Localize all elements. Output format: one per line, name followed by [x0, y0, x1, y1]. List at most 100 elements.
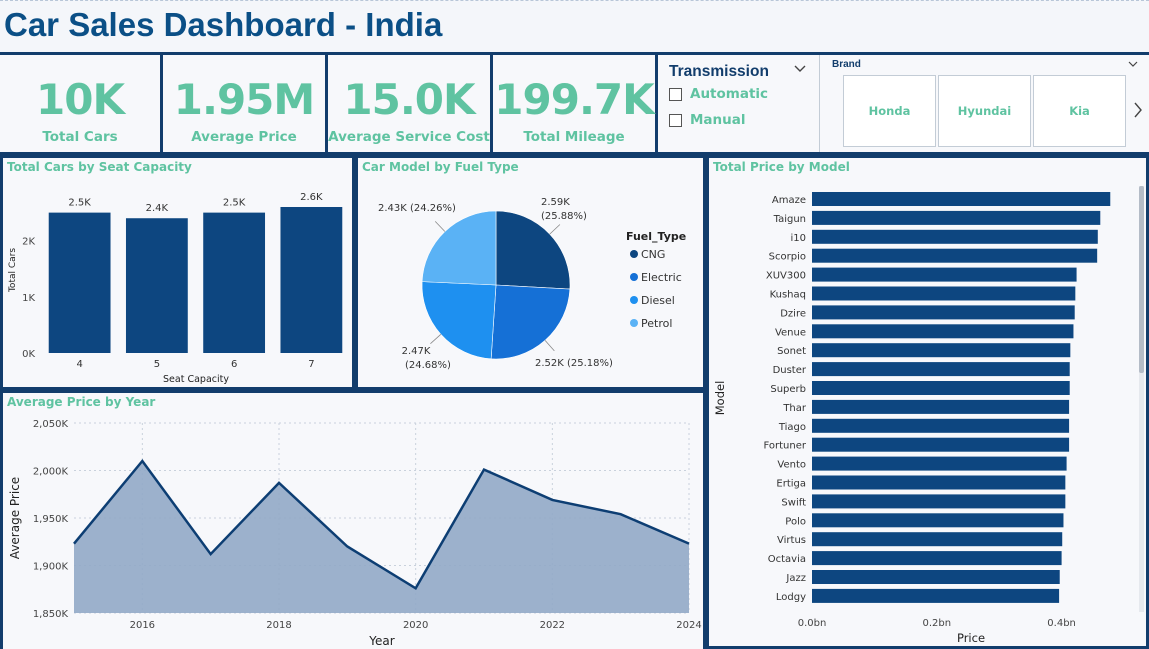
- y-tick-label: Thar: [782, 403, 807, 414]
- x-tick-label: 5: [154, 359, 160, 370]
- bar: [812, 399, 1070, 414]
- transmission-slicer: Transmission Automatic Manual: [658, 55, 820, 152]
- y-tick-label: Scorpio: [769, 252, 806, 263]
- y-tick-label: Dzire: [780, 308, 806, 319]
- bar: [48, 212, 111, 353]
- legend-title: Fuel_Type: [626, 230, 686, 243]
- y-tick-label: Jazz: [785, 573, 806, 584]
- legend-item: Petrol: [641, 317, 672, 330]
- y-tick-label: Taigun: [773, 214, 806, 225]
- fuel-type-panel: Car Model by Fuel Type 2.59K (25.88%) 2.52…: [355, 155, 706, 390]
- chevron-down-icon[interactable]: [794, 65, 806, 73]
- seat-capacity-panel: Total Cars by Seat Capacity 0K 1K 2K 2.5K 4 2…: [0, 155, 355, 390]
- pie-slice: [421, 281, 497, 360]
- top-rule: [0, 0, 1149, 1]
- y-tick-label: 1,850K: [33, 609, 69, 620]
- pie-slice: [495, 210, 571, 290]
- chevron-right-icon[interactable]: [1134, 102, 1143, 118]
- model-panel: Total Price by Model Amaze Taigun i10 Scorp…: [706, 155, 1149, 649]
- transmission-title: Transmission: [669, 63, 769, 80]
- legend-item: Diesel: [641, 294, 675, 307]
- model-price-chart: Amaze Taigun i10 Scorpio XUV300 Kushaq Dzire Ve…: [713, 192, 1111, 645]
- y-axis-label: Average Price: [8, 477, 22, 559]
- brand-tile-honda[interactable]: Honda: [843, 75, 936, 147]
- y-tick-label: Polo: [785, 516, 806, 527]
- bar-data-label: 2.4K: [146, 203, 169, 214]
- kpi-label: Average Price: [191, 129, 297, 145]
- y-tick-label: 2K: [22, 237, 35, 248]
- bar: [280, 207, 343, 353]
- x-tick-label: 2022: [540, 620, 565, 631]
- kpi-label: Total Mileage: [523, 129, 625, 145]
- checkbox[interactable]: [669, 114, 682, 127]
- checkbox[interactable]: [669, 88, 682, 101]
- kpi-card-average-service-cost: 15.0K Average Service Cost: [328, 55, 493, 152]
- kpi-label: Average Service Cost: [328, 129, 490, 145]
- slice-label-diesel-pct: (24.68%): [405, 360, 451, 371]
- kpi-card-total-cars: 10K Total Cars: [0, 55, 163, 152]
- y-tick-label: Duster: [773, 365, 807, 376]
- bar: [812, 456, 1067, 471]
- leader-line: [434, 221, 446, 232]
- bar: [812, 324, 1074, 339]
- y-tick-label: XUV300: [766, 271, 806, 282]
- x-axis-label: Seat Capacity: [163, 374, 229, 385]
- option-label: Automatic: [690, 86, 769, 102]
- bar: [812, 588, 1060, 603]
- leader-line: [430, 334, 442, 344]
- bar-data-label: 2.6K: [300, 192, 323, 203]
- y-tick-label: 1,900K: [33, 562, 69, 573]
- option-label: Manual: [690, 112, 746, 128]
- y-tick-label: 2,050K: [33, 419, 69, 430]
- chevron-down-icon[interactable]: [1128, 61, 1138, 68]
- y-tick-label: Ertiga: [776, 479, 806, 490]
- scrollbar-thumb[interactable]: [1139, 186, 1144, 373]
- kpi-card-total-mileage: 199.7K Total Mileage: [493, 55, 658, 152]
- bar: [812, 381, 1070, 395]
- bar: [812, 229, 1098, 244]
- scrollbar[interactable]: [1139, 186, 1144, 612]
- y-tick-label: Superb: [770, 384, 806, 395]
- y-axis-label: Total Cars: [8, 248, 18, 293]
- bar: [203, 212, 266, 353]
- y-tick-label: Tiago: [778, 422, 806, 433]
- y-tick-label: Fortuner: [764, 441, 807, 452]
- y-tick-label: 1K: [22, 293, 35, 304]
- slice-label-electric: 2.52K (25.18%): [535, 358, 613, 369]
- y-tick-label: 1,950K: [33, 514, 69, 525]
- x-tick-label: 0.4bn: [1047, 618, 1076, 629]
- bar-data-label: 2.5K: [68, 198, 91, 209]
- legend-item: Electric: [641, 271, 682, 284]
- x-tick-label: 7: [308, 359, 314, 370]
- brand-tile-kia[interactable]: Kia: [1033, 75, 1126, 147]
- x-tick-label: 4: [76, 359, 82, 370]
- y-tick-label: Virtus: [777, 535, 806, 546]
- y-tick-label: Venue: [775, 327, 806, 338]
- y-axis-label: Model: [713, 381, 727, 416]
- bar: [812, 475, 1066, 490]
- bar: [812, 192, 1111, 206]
- year-panel: Average Price by Year 1,850K 1,900K 1,950K…: [0, 390, 706, 649]
- y-tick-label: Swift: [781, 497, 806, 508]
- legend-marker: [630, 296, 638, 304]
- kpi-value: 15.0K: [343, 75, 475, 124]
- kpi-value: 1.95M: [173, 75, 315, 124]
- bar: [125, 218, 188, 353]
- kpi-value: 10K: [36, 75, 125, 124]
- legend-marker: [630, 250, 638, 258]
- leader-line: [544, 340, 555, 352]
- bar: [812, 437, 1070, 452]
- x-tick-label: 2016: [130, 620, 155, 631]
- y-tick-label: Sonet: [777, 346, 806, 357]
- y-tick-label: Vento: [777, 460, 806, 471]
- kpi-card-average-price: 1.95M Average Price: [163, 55, 328, 152]
- area-fill: [74, 461, 689, 613]
- bar-data-label: 2.5K: [223, 198, 246, 209]
- y-tick-label: Kushaq: [770, 290, 806, 301]
- bar: [812, 513, 1064, 528]
- bar: [812, 494, 1066, 509]
- pie-slice: [421, 210, 497, 286]
- brand-tile-hyundai[interactable]: Hyundai: [938, 75, 1031, 147]
- kpi-value: 199.7K: [494, 75, 654, 124]
- bar: [812, 267, 1077, 282]
